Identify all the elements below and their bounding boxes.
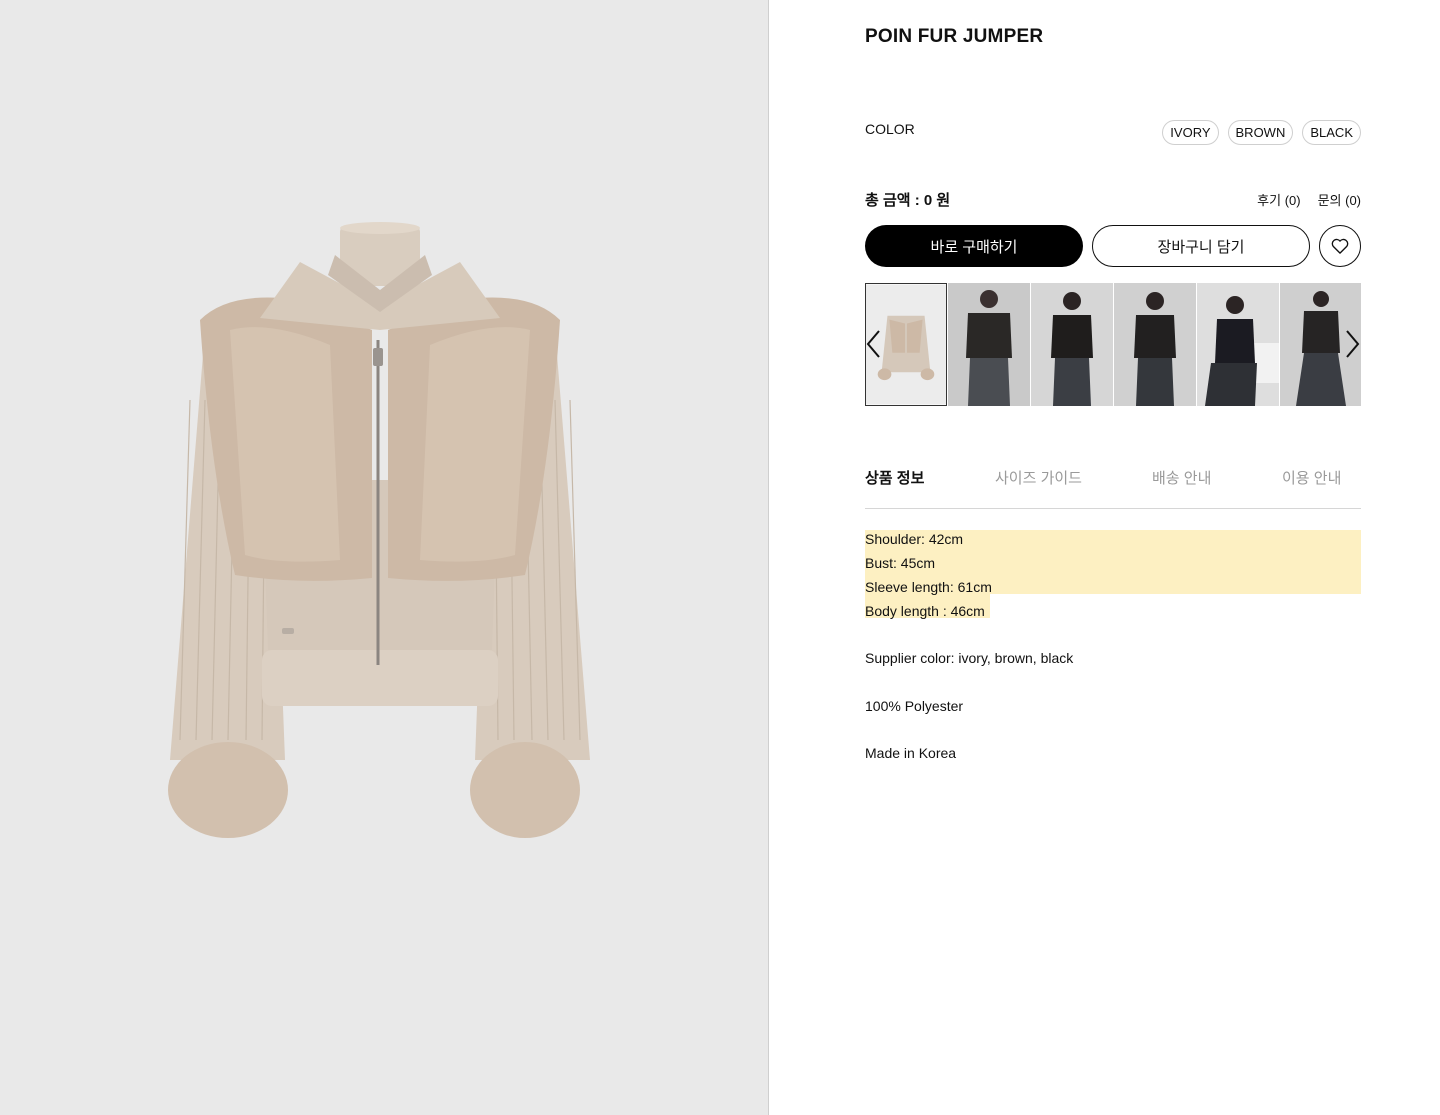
- measurement-bust: Bust: 45cm: [865, 555, 936, 571]
- thumbnail-model-image: [1114, 283, 1196, 406]
- thumbnail-model-image: [1197, 283, 1279, 406]
- product-page: POIN FUR JUMPER COLOR IVORY BROWN BLACK …: [0, 0, 1440, 1115]
- thumbnail-model-image: [1031, 283, 1113, 406]
- measurement-sleeve-length: Sleeve length: 61cm: [865, 579, 992, 595]
- review-inquiry-links: 후기 (0) 문의 (0): [1257, 190, 1361, 209]
- thumbnail-gallery: [865, 283, 1361, 406]
- color-option-label: COLOR: [865, 121, 915, 137]
- color-option-black[interactable]: BLACK: [1302, 120, 1361, 145]
- measurement-body-length: Body length : 46cm: [865, 603, 985, 619]
- total-price: 총 금액 : 0 원: [865, 192, 951, 209]
- color-swatches: IVORY BROWN BLACK: [1162, 120, 1361, 145]
- thumbnail-item[interactable]: [1197, 283, 1279, 406]
- tab-usage-info[interactable]: 이용 안내: [1282, 467, 1341, 488]
- thumbnail-item[interactable]: [1031, 283, 1113, 406]
- purchase-actions: 바로 구매하기 장바구니 담기: [865, 225, 1361, 267]
- thumbnail-item[interactable]: [1114, 283, 1196, 406]
- product-title: POIN FUR JUMPER: [865, 26, 1044, 47]
- supplier-color: Supplier color: ivory, brown, black: [865, 650, 1074, 666]
- heart-icon: [1331, 238, 1349, 254]
- thumbnail-item[interactable]: [948, 283, 1030, 406]
- reviews-link[interactable]: 후기 (0): [1257, 190, 1300, 209]
- color-option-brown[interactable]: BROWN: [1227, 120, 1294, 145]
- material: 100% Polyester: [865, 698, 964, 714]
- measurement-shoulder: Shoulder: 42cm: [865, 531, 964, 547]
- tab-size-guide[interactable]: 사이즈 가이드: [995, 467, 1082, 488]
- color-option-ivory[interactable]: IVORY: [1162, 120, 1219, 145]
- tab-product-info[interactable]: 상품 정보: [865, 467, 924, 488]
- chevron-right-icon[interactable]: [1343, 327, 1361, 361]
- product-info-tabs: 상품 정보 사이즈 가이드 배송 안내 이용 안내: [865, 467, 1361, 509]
- tab-shipping-info[interactable]: 배송 안내: [1152, 467, 1211, 488]
- inquiries-link[interactable]: 문의 (0): [1318, 190, 1361, 209]
- add-to-cart-button[interactable]: 장바구니 담기: [1092, 225, 1310, 267]
- wishlist-button[interactable]: [1319, 225, 1361, 267]
- fur-jumper-illustration: [168, 222, 590, 838]
- chevron-left-icon[interactable]: [865, 327, 883, 361]
- country-of-origin: Made in Korea: [865, 745, 957, 761]
- main-product-image: [0, 0, 769, 1115]
- buy-now-button[interactable]: 바로 구매하기: [865, 225, 1083, 267]
- thumbnail-model-image: [948, 283, 1030, 406]
